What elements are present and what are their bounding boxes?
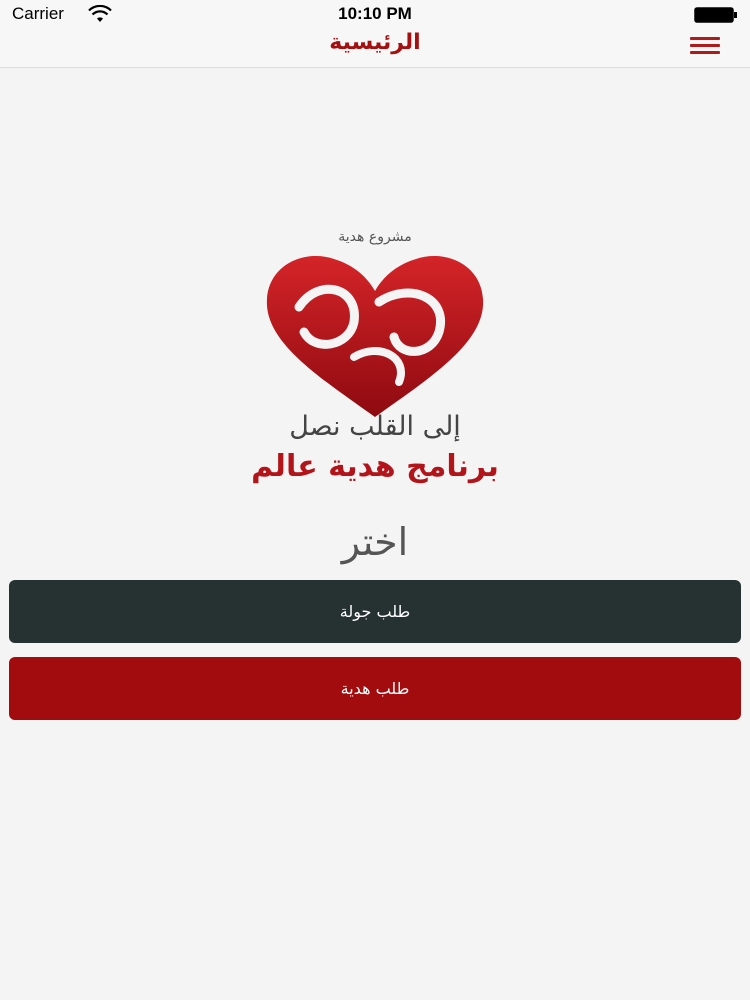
status-time: 10:10 PM xyxy=(338,4,412,23)
logo-program-name: برنامج هدية عالم xyxy=(251,449,499,484)
home-screen: Carrier 10:10 PM الرئيسية مشروع هدية هدي… xyxy=(0,0,750,1000)
app-logo: مشروع هدية هدية إلى القلب نصل برنامج هدي… xyxy=(0,225,750,495)
hamburger-menu-icon-bar xyxy=(690,51,720,54)
hamburger-menu-icon xyxy=(690,37,720,40)
menu-button[interactable] xyxy=(686,32,726,62)
heart-logo-icon: هدية xyxy=(266,256,484,417)
logo-word: هدية xyxy=(330,311,420,357)
hamburger-menu-icon-bar xyxy=(690,44,720,47)
status-bar: Carrier 10:10 PM xyxy=(0,0,750,28)
navigation-bar: الرئيسية xyxy=(0,28,750,68)
battery-icon xyxy=(694,7,737,23)
page-title: الرئيسية xyxy=(329,30,421,55)
choose-heading: اختر xyxy=(341,520,409,564)
logo-tagline: إلى القلب نصل xyxy=(289,411,461,442)
logo-project-label: مشروع هدية xyxy=(338,229,412,245)
request-gift-button[interactable]: طلب هدية xyxy=(9,657,741,720)
request-tour-button[interactable]: طلب جولة xyxy=(9,580,741,643)
